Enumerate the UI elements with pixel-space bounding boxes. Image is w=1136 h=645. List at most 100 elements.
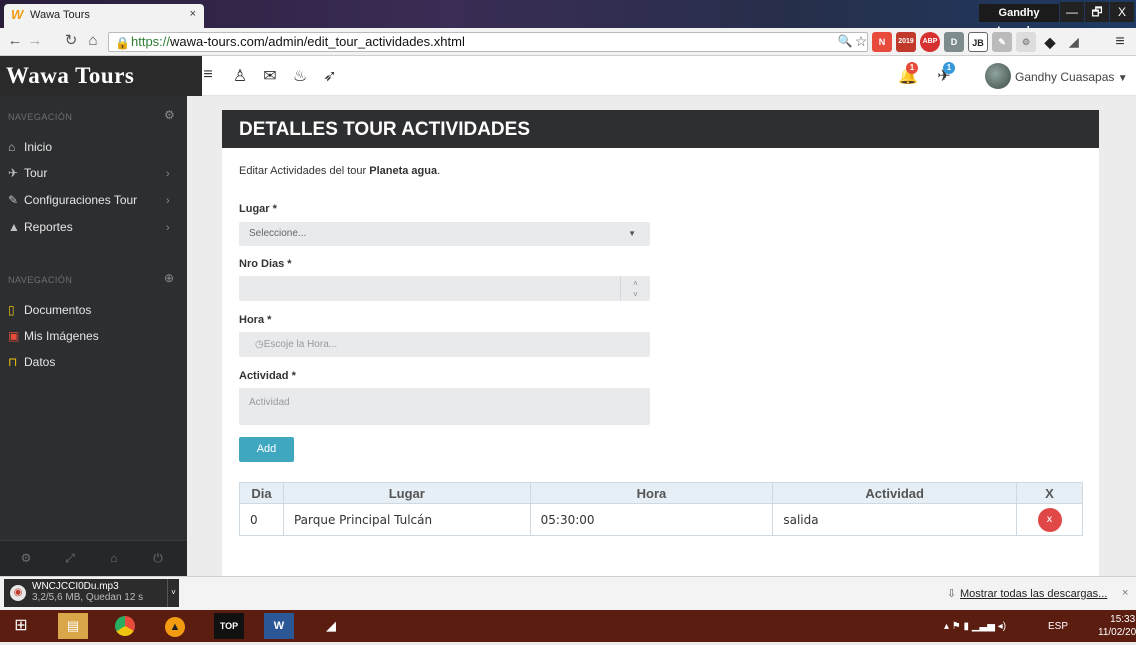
tab-close-icon[interactable]: ×: [190, 8, 196, 20]
extension-icon[interactable]: N: [872, 32, 892, 52]
chevron-right-icon: ›: [166, 195, 170, 207]
menu-icon[interactable]: ≡: [1110, 32, 1130, 52]
lock-icon: 🔒: [115, 36, 130, 50]
hora-input[interactable]: ◷Escoje la Hora...: [239, 332, 650, 357]
column-header-lugar[interactable]: Lugar: [282, 482, 531, 504]
avatar[interactable]: [985, 63, 1011, 89]
dias-label: Nro Dias *: [239, 258, 292, 270]
show-all-downloads-link[interactable]: Mostrar todas las descargas...: [960, 588, 1107, 600]
jb-extension-icon[interactable]: JB: [968, 32, 988, 52]
paper-plane-icon: ✈: [8, 166, 19, 180]
spinner-arrows-icon[interactable]: ˄ ˅: [620, 276, 650, 301]
sidebar-item-datos[interactable]: ⊓ Datos: [8, 355, 55, 369]
app-icon[interactable]: ◢: [316, 613, 346, 639]
chrome-icon[interactable]: [110, 613, 140, 639]
fullscreen-icon[interactable]: ⤢: [60, 551, 80, 566]
cell-dia: 0: [239, 503, 284, 536]
column-header-actividad[interactable]: Actividad: [772, 482, 1018, 504]
sidebar-item-label: Reportes: [24, 220, 73, 234]
close-window-button[interactable]: X: [1110, 2, 1134, 22]
document-icon: ▯: [8, 303, 15, 317]
windows-start-icon[interactable]: ⊞: [6, 613, 36, 639]
mail-icon[interactable]: ✉: [260, 66, 280, 86]
settings-gear-icon[interactable]: ⚙: [164, 108, 175, 122]
home-icon[interactable]: ⌂: [84, 32, 102, 50]
gmail-extension-icon[interactable]: 2019: [896, 32, 916, 52]
sidebar-item-documentos[interactable]: ▯ Documentos: [8, 303, 91, 317]
dias-spinner[interactable]: ˄ ˅: [239, 276, 650, 301]
caret-down-icon: ▼: [628, 229, 636, 238]
file-explorer-icon[interactable]: ▤: [58, 613, 88, 639]
intro-text: Editar Actividades del tour Planeta agua…: [239, 165, 440, 177]
fire-icon[interactable]: ♨: [290, 66, 310, 86]
brand-logo[interactable]: Wawa Tours: [0, 56, 202, 96]
language-indicator[interactable]: ESP: [1048, 621, 1068, 632]
activities-table: Dia Lugar Hora Actividad X 0 Parque Prin…: [239, 482, 1083, 536]
lugar-label: Lugar *: [239, 203, 277, 215]
column-header-hora[interactable]: Hora: [529, 482, 774, 504]
sidebar-item-inicio[interactable]: ⌂ Inicio: [8, 140, 52, 154]
url-scheme: https://: [131, 34, 171, 49]
extension-icon[interactable]: ⚙: [1016, 32, 1036, 52]
actividad-textarea[interactable]: Actividad: [239, 388, 650, 425]
extension-icon[interactable]: ◢: [1064, 32, 1084, 52]
extension-icon[interactable]: ◆: [1040, 32, 1060, 52]
browser-tab[interactable]: W Wawa Tours ×: [4, 4, 204, 28]
bookmark-star-icon[interactable]: ☆: [852, 32, 870, 50]
user-icon[interactable]: ♙: [230, 66, 250, 86]
sidebar-item-reportes[interactable]: ▲ Reportes: [8, 220, 73, 234]
adblock-extension-icon[interactable]: ABP: [920, 32, 940, 52]
column-header-dia[interactable]: Dia: [239, 482, 284, 504]
chevron-right-icon: ›: [166, 168, 170, 180]
sidebar-item-tour[interactable]: ✈ Tour: [8, 166, 47, 180]
settings-gear-icon[interactable]: ⚙: [16, 551, 36, 565]
toplatino-app-icon[interactable]: TOP: [214, 613, 244, 639]
hamburger-menu-icon[interactable]: ≡: [198, 66, 218, 84]
messages-badge: 1: [943, 62, 955, 74]
close-icon[interactable]: ×: [1122, 587, 1128, 599]
vlc-icon[interactable]: ▲: [160, 613, 190, 639]
user-name: Gandhy Cuasapas: [1015, 70, 1115, 84]
url-path: wawa-tours.com/admin/edit_tour_actividad…: [170, 34, 465, 49]
minimize-button[interactable]: —: [1060, 2, 1084, 22]
sidebar-item-configuraciones[interactable]: ✎ Configuraciones Tour: [8, 193, 137, 207]
extension-icon[interactable]: D: [944, 32, 964, 52]
browser-profile-button[interactable]: Gandhy Leandro: [979, 4, 1059, 37]
add-button[interactable]: Add: [239, 437, 294, 462]
hora-placeholder: Escoje la Hora...: [263, 339, 338, 350]
power-icon[interactable]: ⏻: [148, 551, 168, 566]
cell-lugar: Parque Principal Tulcán: [282, 503, 531, 536]
image-icon: ▣: [8, 329, 20, 343]
lock-icon[interactable]: ⌂: [104, 551, 124, 565]
download-arrow-icon: ⇩: [947, 588, 957, 600]
sidebar-item-label: Mis Imágenes: [24, 329, 99, 343]
back-arrow-icon[interactable]: ←: [6, 32, 24, 50]
actividad-placeholder: Actividad: [249, 397, 290, 408]
sidebar-section-header: NAVEGACIÓN: [8, 275, 73, 285]
lugar-select-value: Seleccione...: [249, 228, 307, 239]
word-icon[interactable]: W: [264, 613, 294, 639]
forward-arrow-icon[interactable]: →: [26, 32, 44, 50]
media-file-icon: ◉: [10, 585, 26, 601]
chevron-down-icon: ▼: [1117, 73, 1128, 84]
sidebar-item-imagenes[interactable]: ▣ Mis Imágenes: [8, 329, 99, 343]
download-filename: WNCJCCI0Du.mp3: [32, 581, 119, 592]
rocket-icon[interactable]: ➶: [320, 66, 340, 86]
reload-icon[interactable]: ↻: [62, 32, 80, 50]
delete-row-button[interactable]: x: [1037, 507, 1062, 532]
address-bar[interactable]: 🔒 https://wawa-tours.com/admin/edit_tour…: [108, 32, 868, 52]
lock-icon: ⊓: [8, 355, 18, 369]
user-menu[interactable]: Gandhy Cuasapas ▼: [1015, 70, 1128, 84]
sidebar-item-label: Tour: [24, 166, 48, 180]
chevron-down-icon[interactable]: ˅: [167, 579, 179, 607]
taskbar-clock[interactable]: 15:33 11/02/2016: [1098, 613, 1136, 639]
extension-icon[interactable]: ✎: [992, 32, 1012, 52]
maximize-button[interactable]: 🗗: [1085, 2, 1109, 22]
cell-delete: x: [1016, 503, 1083, 536]
download-item[interactable]: ◉ WNCJCCI0Du.mp3 3,2/5,6 MB, Quedan 12 s…: [4, 579, 179, 607]
area-chart-icon: ▲: [8, 220, 20, 234]
lugar-select[interactable]: Seleccione... ▼: [239, 222, 650, 246]
system-tray-icons[interactable]: ▴ ⚑ ▮ ▁▃▅ ◂): [944, 621, 1006, 632]
wawa-favicon-icon: W: [11, 7, 24, 22]
plus-circle-icon[interactable]: ⊕: [164, 271, 174, 285]
